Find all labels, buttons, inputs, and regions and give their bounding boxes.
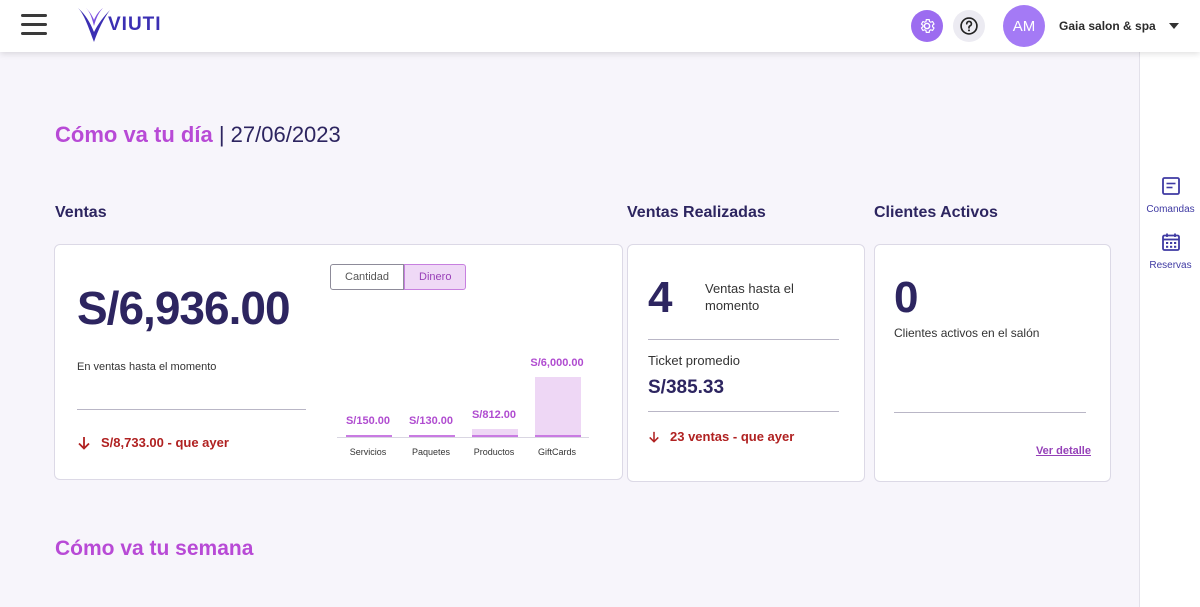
viuti-logo-icon <box>78 8 110 42</box>
chart-category-label: Productos <box>473 447 515 457</box>
chart-baseline <box>337 437 589 438</box>
divider <box>648 411 839 412</box>
sales-count: 4 <box>648 273 673 322</box>
metric-toggle: Cantidad Dinero <box>330 264 467 290</box>
chart-bar-baseline-productos <box>471 435 518 437</box>
help-button[interactable] <box>953 10 985 42</box>
today-title: Cómo va tu día <box>55 122 213 147</box>
chart-bar-giftcards <box>534 377 581 437</box>
sales-bar-chart: S/150.00 Servicios S/130.00 Paquetes S/812.0… <box>337 345 599 465</box>
settings-button[interactable] <box>911 10 943 42</box>
chart-category-label: GiftCards <box>537 447 576 457</box>
avatar[interactable]: AM <box>1003 5 1045 47</box>
chart-bar-baseline-giftcards <box>534 435 581 437</box>
sales-comparison: S/8,733.00 - que ayer <box>77 435 229 450</box>
ventas-realizadas-card: 4 Ventas hasta el momento Ticket promedi… <box>627 244 865 482</box>
chart-bar-baseline-servicios <box>345 435 392 437</box>
divider <box>648 339 839 340</box>
active-clients-caption: Clientes activos en el salón <box>894 326 1040 340</box>
ventas-section-title: Ventas <box>55 204 107 221</box>
top-bar: VIUTI AM Gaia salon & spa <box>0 0 1200 52</box>
ticket-value: S/385.33 <box>648 377 725 398</box>
arrow-down-icon <box>78 436 90 450</box>
chart-value-label: S/150.00 <box>345 415 391 427</box>
title-separator: | <box>218 122 225 147</box>
sidebar-item-comandas[interactable]: Comandas <box>1140 176 1200 215</box>
sales-count-comparison-text: 23 ventas - que ayer <box>670 429 795 444</box>
hamburger-icon[interactable] <box>21 14 47 36</box>
chart-bar-baseline-paquetes <box>408 435 455 437</box>
chart-value-label: S/6,000.00 <box>530 357 584 369</box>
logo[interactable]: VIUTI <box>76 6 162 44</box>
note-icon <box>1161 177 1180 195</box>
arrow-down-icon <box>649 431 659 443</box>
sidebar-item-label: Comandas <box>1146 204 1195 215</box>
clientes-activos-section-title: Clientes Activos <box>874 204 998 221</box>
chart-value-label: S/812.00 <box>471 409 517 421</box>
sales-comparison-text: S/8,733.00 - que ayer <box>101 435 229 450</box>
divider <box>894 412 1086 413</box>
sales-count-caption: Ventas hasta el momento <box>705 281 794 313</box>
help-icon <box>960 17 978 35</box>
chart-value-label: S/130.00 <box>408 415 454 427</box>
sales-count-comparison: 23 ventas - que ayer <box>648 429 794 444</box>
sidebar-item-reservas[interactable]: Reservas <box>1140 232 1200 271</box>
active-clients-count: 0 <box>894 273 919 322</box>
calendar-icon <box>1161 233 1180 251</box>
ticket-label: Ticket promedio <box>648 353 740 368</box>
ver-detalle-link[interactable]: Ver detalle <box>1036 445 1091 457</box>
right-sidebar: Comandas Reservas <box>1139 52 1200 607</box>
sales-amount: S/6,936.00 <box>77 282 291 334</box>
chart-category-label: Servicios <box>349 447 387 457</box>
account-name[interactable]: Gaia salon & spa <box>1059 19 1156 33</box>
logo-text: VIUTI <box>108 14 162 35</box>
chevron-down-icon[interactable] <box>1169 23 1179 29</box>
sales-caption: En ventas hasta el momento <box>77 361 217 373</box>
ventas-card: S/6,936.00 En ventas hasta el momento S/… <box>54 244 623 480</box>
toggle-dinero-button[interactable]: Dinero <box>404 264 467 290</box>
today-date: 27/06/2023 <box>230 122 341 147</box>
chart-category-label: Paquetes <box>411 447 451 457</box>
ventas-realizadas-section-title: Ventas Realizadas <box>627 204 766 221</box>
toggle-cantidad-button[interactable]: Cantidad <box>330 264 405 290</box>
week-title: Cómo va tu semana <box>55 537 254 560</box>
divider <box>77 409 306 410</box>
page-title: Cómo va tu día | 27/06/2023 <box>55 122 341 148</box>
sidebar-item-label: Reservas <box>1149 260 1192 271</box>
clientes-activos-card: 0 Clientes activos en el salón Ver detal… <box>874 244 1111 482</box>
gear-icon <box>920 19 935 33</box>
